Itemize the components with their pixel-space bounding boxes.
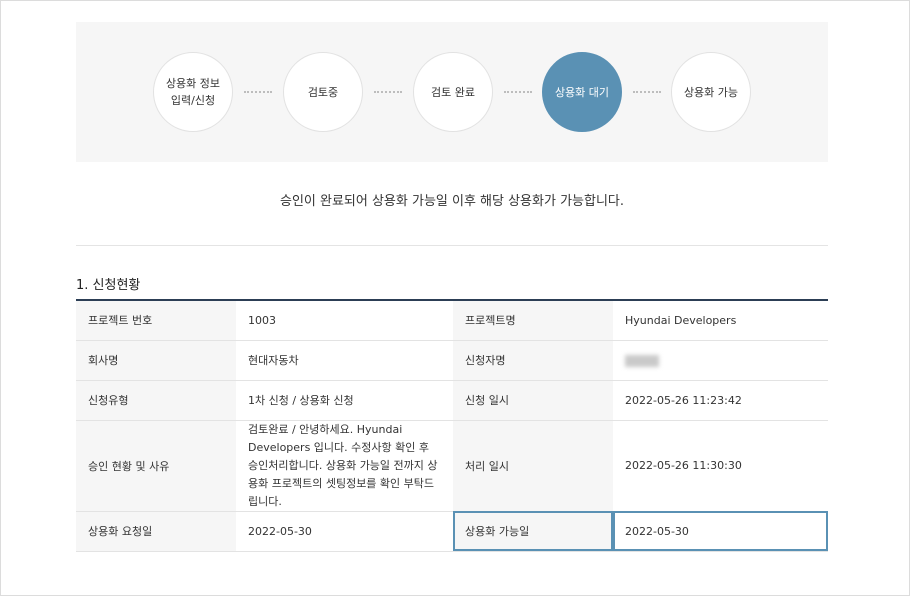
value-request-date: 2022-05-30 [236, 511, 453, 552]
value-applicant-name [613, 340, 828, 381]
label-application-date: 신청 일시 [453, 380, 613, 421]
redacted-name [625, 354, 659, 367]
step-connector [244, 91, 272, 93]
value-approval-status: 검토완료 / 안녕하세요. Hyundai Developers 입니다. 수정… [236, 420, 453, 512]
table-row: 신청유형 1차 신청 / 상용화 신청 신청 일시 2022-05-26 11:… [76, 380, 828, 421]
label-company-name: 회사명 [76, 340, 236, 381]
value-processed-date: 2022-05-26 11:30:30 [613, 420, 828, 512]
label-processed-date: 처리 일시 [453, 420, 613, 512]
label-approval-status: 승인 현황 및 사유 [76, 420, 236, 512]
value-application-type: 1차 신청 / 상용화 신청 [236, 380, 453, 421]
step-connector [374, 91, 402, 93]
divider [76, 245, 828, 246]
progress-steps: 상용화 정보 입력/신청 검토중 검토 완료 상용화 대기 상용화 가능 [76, 22, 828, 162]
step-connector [504, 91, 532, 93]
label-applicant-name: 신청자명 [453, 340, 613, 381]
table-row: 승인 현황 및 사유 검토완료 / 안녕하세요. Hyundai Develop… [76, 420, 828, 512]
step-connector [633, 91, 661, 93]
application-status-table: 프로젝트 번호 1003 프로젝트명 Hyundai Developers 회사… [76, 299, 828, 552]
table-row: 프로젝트 번호 1003 프로젝트명 Hyundai Developers [76, 300, 828, 341]
label-available-date: 상용화 가능일 [453, 511, 613, 552]
step-reviewing: 검토중 [283, 52, 363, 132]
value-company-name: 현대자동차 [236, 340, 453, 381]
label-application-type: 신청유형 [76, 380, 236, 421]
status-notice: 승인이 완료되어 상용화 가능일 이후 해당 상용화가 가능합니다. [279, 194, 625, 209]
step-review-complete: 검토 완료 [413, 52, 493, 132]
label-request-date: 상용화 요청일 [76, 511, 236, 552]
label-project-number: 프로젝트 번호 [76, 300, 236, 341]
section-title: 1. 신청현황 [76, 278, 141, 293]
value-available-date: 2022-05-30 [613, 511, 828, 552]
value-project-name: Hyundai Developers [613, 300, 828, 341]
table-row: 회사명 현대자동차 신청자명 [76, 340, 828, 381]
value-project-number: 1003 [236, 300, 453, 341]
step-commercial-waiting: 상용화 대기 [542, 52, 622, 132]
value-application-date: 2022-05-26 11:23:42 [613, 380, 828, 421]
step-info-input: 상용화 정보 입력/신청 [153, 52, 233, 132]
label-project-name: 프로젝트명 [453, 300, 613, 341]
step-commercial-available: 상용화 가능 [671, 52, 751, 132]
table-row: 상용화 요청일 2022-05-30 상용화 가능일 2022-05-30 [76, 511, 828, 552]
